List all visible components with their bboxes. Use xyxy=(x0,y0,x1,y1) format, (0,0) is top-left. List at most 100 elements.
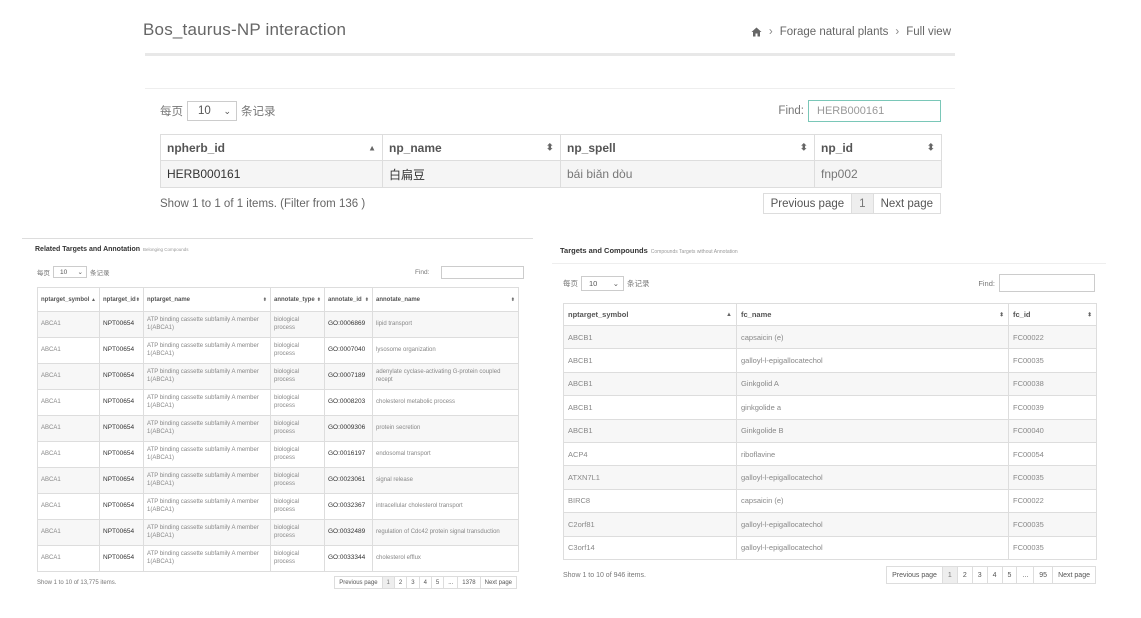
panel-subtitle[interactable]: Belonging Compounds xyxy=(143,247,189,252)
column-label: annotate_name xyxy=(376,296,421,303)
cell-annotate-name: lipid transport xyxy=(372,311,519,338)
page-button-4[interactable]: 4 xyxy=(986,566,1003,584)
page-button-5[interactable]: 5 xyxy=(430,576,445,589)
cell-nptarget-symbol: ABCA1 xyxy=(37,467,100,494)
search-control: Find: xyxy=(978,274,1095,292)
per-page-suffix: 条记录 xyxy=(241,106,276,118)
column-header-npherb-id[interactable]: npherb_id ▲ xyxy=(160,134,383,161)
pagination: Previous page 1 2 3 4 5... 1378 Next page xyxy=(334,576,517,589)
column-header-nptarget-id[interactable]: nptarget_id ⬍ xyxy=(99,287,144,312)
previous-page-button[interactable]: Previous page xyxy=(886,566,943,584)
cell-annotate-type: biological process xyxy=(270,545,325,572)
cell-nptarget-id: NPT00654 xyxy=(99,389,144,416)
table-header-row: nptarget_symbol ▲ fc_name ⬍ fc_id ⬍ xyxy=(563,303,1097,326)
cell-nptarget-id: NPT00654 xyxy=(99,493,144,520)
column-header-nptarget-symbol[interactable]: nptarget_symbol ▲ xyxy=(563,303,737,326)
cell-nptarget-id: NPT00654 xyxy=(99,415,144,442)
panel-title: Targets and Compounds xyxy=(560,246,648,255)
cell-annotate-id: GO:0006869 xyxy=(324,311,373,338)
next-page-button[interactable]: Next page xyxy=(872,193,941,214)
cell-annotate-name: protein secretion xyxy=(372,415,519,442)
page-button-2[interactable]: 2 xyxy=(956,566,973,584)
pagination: Previous page 1 2 3 4 5... 95 Next page xyxy=(886,566,1096,584)
cell-fc-name: galloyl-l-epigallocatechol xyxy=(736,512,1009,537)
cell-annotate-type: biological process xyxy=(270,415,325,442)
chevron-right-icon: › xyxy=(895,26,900,38)
page-button-3[interactable]: 3 xyxy=(971,566,988,584)
find-label: Find: xyxy=(978,278,995,288)
column-header-np-spell[interactable]: np_spell ⬍ xyxy=(560,134,815,161)
cell-annotate-type: biological process xyxy=(270,519,325,546)
page-button-1[interactable]: 1 xyxy=(381,576,395,589)
table-row: ABCA1 NPT00654 ATP binding cassette subfam… xyxy=(37,363,519,390)
cell-nptarget-id: NPT00654 xyxy=(99,545,144,572)
search-input[interactable] xyxy=(999,274,1095,292)
cell-annotate-type: biological process xyxy=(270,389,325,416)
cell-fc-id: FC00039 xyxy=(1008,395,1097,420)
sort-icon: ⬍ xyxy=(135,296,140,303)
column-header-nptarget-name[interactable]: nptarget_name ⬍ xyxy=(143,287,271,312)
page-button-1378[interactable]: 1378 xyxy=(457,576,481,589)
page-length-select[interactable]: 10 ⌄ xyxy=(53,266,87,278)
cell-annotate-name: cholesterol metabolic process xyxy=(372,389,519,416)
column-label: fc_id xyxy=(1013,310,1031,319)
cell-nptarget-symbol: ABCA1 xyxy=(37,545,100,572)
cell-nptarget-name: ATP binding cassette subfamily A member … xyxy=(143,389,271,416)
panel-subtitle[interactable]: Compounds Targets without Annotation xyxy=(651,249,738,255)
page-button-3[interactable]: 3 xyxy=(406,576,420,589)
search-input[interactable] xyxy=(441,266,525,279)
page-length-select[interactable]: 10 ⌄ xyxy=(187,101,237,121)
next-page-button[interactable]: Next page xyxy=(479,576,517,589)
column-header-fc-name[interactable]: fc_name ⬍ xyxy=(736,303,1009,326)
cell-annotate-name: endosomal transport xyxy=(372,441,519,468)
column-header-np-id[interactable]: np_id ⬍ xyxy=(814,134,942,161)
table-row: ABCA1 NPT00654 ATP binding cassette subfam… xyxy=(37,389,519,416)
cell-np-name: 白扁豆 xyxy=(382,160,561,188)
page-length-value: 10 xyxy=(60,268,68,276)
page-button-1[interactable]: 1 xyxy=(941,566,958,584)
page-button-2[interactable]: 2 xyxy=(393,576,408,589)
previous-page-button[interactable]: Previous page xyxy=(762,193,853,214)
page-title: Bos_taurus-NP interaction xyxy=(143,20,347,39)
page-button-1[interactable]: 1 xyxy=(851,193,874,214)
breadcrumb-item-forage-natural-plants[interactable]: Forage natural plants xyxy=(780,26,889,38)
column-header-annotate-type[interactable]: annotate_type ⬍ xyxy=(270,287,325,312)
table-row: ACP4 riboflavine FC00054 xyxy=(563,441,1097,467)
table-header-row: npherb_id ▲ np_name ⬍ np_spell ⬍ np_id ⬍ xyxy=(160,134,942,161)
cell-nptarget-symbol: ABCB1 xyxy=(563,348,737,373)
column-header-nptarget-symbol[interactable]: nptarget_symbol ▲ xyxy=(37,287,100,312)
cell-nptarget-symbol: ABCA1 xyxy=(37,363,100,390)
cell-nptarget-symbol: ABCA1 xyxy=(37,493,100,520)
page-button-5[interactable]: 5 xyxy=(1001,566,1018,584)
column-header-annotate-name[interactable]: annotate_name ⬍ xyxy=(372,287,519,312)
find-label: Find: xyxy=(778,105,804,117)
table-row: ABCA1 NPT00654 ATP binding cassette subfam… xyxy=(37,467,519,494)
page-button-4[interactable]: 4 xyxy=(418,576,432,589)
page-length-select[interactable]: 10 ⌄ xyxy=(581,276,624,291)
compounds-table: nptarget_symbol ▲ fc_name ⬍ fc_id ⬍ ABCB1 ca… xyxy=(563,303,1097,560)
column-header-annotate-id[interactable]: annotate_id ⬍ xyxy=(324,287,373,312)
column-header-np-name[interactable]: np_name ⬍ xyxy=(382,134,561,161)
cell-annotate-type: biological process xyxy=(270,363,325,390)
chevron-down-icon: ⌄ xyxy=(223,105,231,116)
search-input[interactable] xyxy=(808,100,941,122)
cell-nptarget-name: ATP binding cassette subfamily A member … xyxy=(143,545,271,572)
cell-fc-name: capsaicin (e) xyxy=(736,324,1009,350)
per-page-prefix: 每页 xyxy=(563,279,578,288)
sort-asc-icon: ▲ xyxy=(368,143,376,152)
cell-annotate-id: GO:0007040 xyxy=(324,337,373,364)
header-divider xyxy=(145,53,955,56)
home-icon[interactable] xyxy=(751,27,762,37)
cell-fc-name: galloyl-l-epigallocatechol xyxy=(736,535,1009,560)
sort-icon: ⬍ xyxy=(262,296,267,303)
column-header-fc-id[interactable]: fc_id ⬍ xyxy=(1008,303,1097,326)
column-label: np_name xyxy=(389,140,442,155)
cell-annotate-id: GO:0016197 xyxy=(324,441,373,468)
cell-npherb-id: HERB000161 xyxy=(160,160,383,188)
cell-annotate-name: intracellular cholesterol transport xyxy=(372,493,519,520)
page-button-95[interactable]: 95 xyxy=(1033,566,1054,584)
column-label: np_id xyxy=(821,140,853,155)
next-page-button[interactable]: Next page xyxy=(1052,566,1096,584)
previous-page-button[interactable]: Previous page xyxy=(334,576,383,589)
cell-annotate-name: adenylate cyclase-activating G-protein c… xyxy=(372,363,519,390)
